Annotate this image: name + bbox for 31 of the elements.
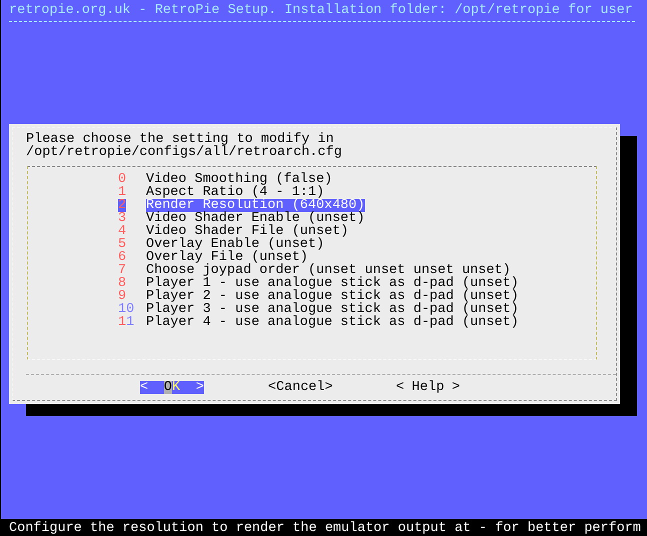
menu-item[interactable]: Render Resolution (640x480) xyxy=(146,199,365,212)
status-bar: Configure the resolution to render the emulator output at - for better perform xyxy=(1,519,647,536)
menu-item[interactable]: Player 4 - use analogue stick as d-pad (unset) xyxy=(146,316,519,329)
menu-item[interactable]: Video Smoothing (false) xyxy=(146,173,332,186)
item-number: 9 xyxy=(118,290,126,303)
item-number: 7 xyxy=(118,264,126,277)
menu-item[interactable]: Overlay File (unset) xyxy=(146,251,308,264)
item-number: 11 xyxy=(118,316,134,329)
item-number: 1 xyxy=(118,186,126,199)
item-number: 2 xyxy=(118,199,126,212)
item-number: 8 xyxy=(118,277,126,290)
menu-item[interactable]: Video Shader Enable (unset) xyxy=(146,212,365,225)
item-number: 4 xyxy=(118,225,126,238)
dialog-button[interactable]: < Help > xyxy=(396,381,460,394)
item-number: 6 xyxy=(118,251,126,264)
menu-item[interactable]: Player 2 - use analogue stick as d-pad (unset) xyxy=(146,290,519,303)
item-number: 5 xyxy=(118,238,126,251)
menu-item[interactable]: Aspect Ratio (4 - 1:1) xyxy=(146,186,324,199)
menu-item[interactable]: Video Shader File (unset) xyxy=(146,225,349,238)
menu-item[interactable]: Overlay Enable (unset) xyxy=(146,238,324,251)
menu-item[interactable]: Player 1 - use analogue stick as d-pad (unset) xyxy=(146,277,519,290)
item-number: 10 xyxy=(118,303,134,316)
ok-button[interactable]: < OK > xyxy=(140,381,204,394)
menu-item[interactable]: Player 3 - use analogue stick as d-pad (unset) xyxy=(146,303,519,316)
window-title: retropie.org.uk - RetroPie Setup. Installation folder: /opt/retropie for user xyxy=(8,2,634,17)
dialog-button[interactable]: <Cancel> xyxy=(268,381,332,394)
item-number: 0 xyxy=(118,173,126,186)
menu-item[interactable]: Choose joypad order (unset unset unset unset) xyxy=(146,264,511,277)
item-number: 3 xyxy=(118,212,126,225)
prompt-text: Please choose the setting to modify in xyxy=(26,133,334,146)
prompt-text: /opt/retropie/configs/all/retroarch.cfg xyxy=(26,146,343,159)
